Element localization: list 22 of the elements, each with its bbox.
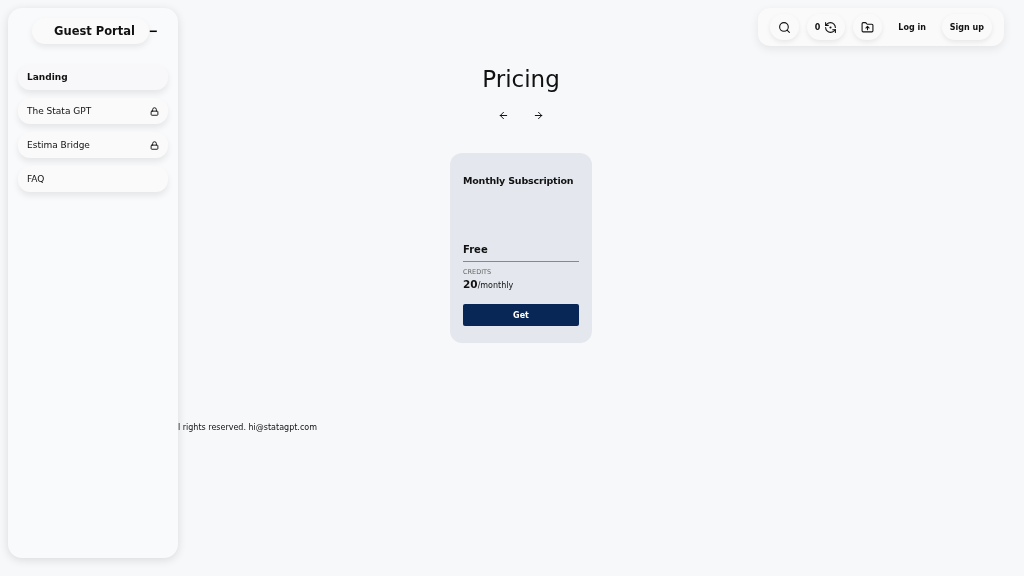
refresh-icon (824, 20, 838, 34)
nav-item[interactable]: Landing (18, 64, 168, 90)
search-button[interactable] (769, 14, 799, 40)
nav-item[interactable]: The Stata GPT (18, 98, 168, 124)
plan-name: Monthly Subscription (463, 175, 575, 186)
credits-value: 20/monthly (463, 278, 515, 290)
signup-button[interactable]: Sign up (941, 14, 992, 40)
nav-item[interactable]: FAQ (18, 166, 168, 192)
footer-text: l rights reserved. hi@statagpt.com (178, 423, 317, 432)
collapse-button[interactable]: − (149, 23, 158, 39)
previous-arrow-icon[interactable] (498, 110, 509, 121)
plan-price: Free (463, 244, 579, 262)
get-button[interactable]: Get (463, 304, 579, 326)
nav-item[interactable]: Estima Bridge (18, 132, 168, 158)
folder-upload-icon (861, 20, 875, 34)
page-title: Pricing (482, 66, 560, 92)
login-link[interactable]: Log in (890, 14, 934, 40)
credits-button[interactable]: 0 (806, 14, 846, 40)
portal-title: Guest Portal (32, 18, 149, 44)
next-arrow-icon[interactable] (533, 110, 544, 121)
folder-upload-button[interactable] (853, 14, 883, 40)
search-icon (777, 20, 791, 34)
